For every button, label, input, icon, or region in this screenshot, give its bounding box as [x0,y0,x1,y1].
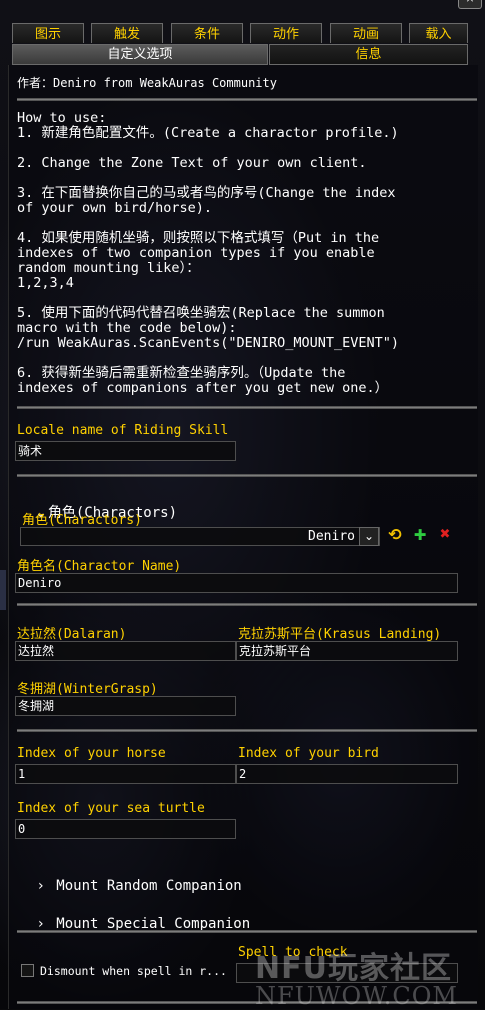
description-text: How to use: 1. 新建角色配置文件。(Create a charac… [17,111,472,396]
divider [17,474,477,477]
desc-line: indexes of two companion types if you en… [17,245,375,261]
divider [17,98,477,101]
turtle-index-label: Index of your sea turtle [17,801,205,816]
riding-skill-label: Locale name of Riding Skill [17,423,229,438]
subtab-information[interactable]: 信息 [269,44,468,65]
special-companion-header[interactable]: › Mount Special Companion [17,900,250,932]
desc-line [17,291,472,306]
desc-line: random mounting like）： [17,260,200,276]
horse-index-label: Index of your horse [17,746,166,761]
desc-line: 4. 如果使用随机坐骑，则按照以下格式填写（Put in the [17,230,380,246]
krasus-label: 克拉苏斯平台(Krasus Landing) [238,627,442,642]
tab-load[interactable]: 载入 [409,23,468,43]
divider [17,729,477,732]
riding-skill-input[interactable]: 骑术 [15,441,236,461]
desc-line [17,351,472,366]
frame-edge [0,570,6,610]
desc-line [17,216,472,231]
desc-line: 1,2,3,4 [17,275,74,291]
dismount-checkbox[interactable] [21,964,34,977]
tab-display[interactable]: 图示 [12,23,84,43]
desc-line: 5. 使用下面的代码代替召唤坐骑宏(Replace the summon [17,305,385,321]
characters-dropdown[interactable]: Deniro ⌄ [20,527,380,546]
divider [17,930,477,933]
desc-line: 2. Change the Zone Text of your own clie… [17,155,367,171]
tab-animation[interactable]: 动画 [330,23,402,43]
desc-line: 1. 新建角色配置文件。(Create a charactor profile.… [17,125,399,141]
dalaran-input[interactable]: 达拉然 [15,641,236,661]
wintergrasp-label: 冬拥湖(WinterGrasp) [17,682,158,697]
bird-index-label: Index of your bird [238,746,379,761]
char-name-input[interactable]: Deniro [15,573,458,593]
sub-tabs: 自定义选项 信息 [12,44,468,65]
desc-line: 6. 获得新坐骑后需重新检查坐骑序列。（Update the [17,365,346,381]
tab-trigger[interactable]: 触发 [91,23,163,43]
characters-dropdown-value: Deniro [308,529,355,544]
tab-actions[interactable]: 动作 [250,23,322,43]
author-text: 作者：Deniro from WeakAuras Community [17,76,277,90]
reset-icon[interactable]: ⟲ [386,525,404,545]
chevron-down-icon[interactable]: ⌄ [359,527,379,546]
x-icon[interactable]: ✖ [436,525,454,545]
desc-line: indexes of companions after you get new … [17,380,389,396]
krasus-input[interactable]: 克拉苏斯平台 [236,641,458,661]
watermark-logo: NFU玩家社区 [255,951,452,986]
random-companion-header[interactable]: › Mount Random Companion [17,862,242,894]
chevron-right-icon: › [38,878,44,894]
divider [17,406,477,409]
tab-conditions[interactable]: 条件 [171,23,243,43]
dalaran-label: 达拉然(Dalaran) [17,627,127,642]
turtle-index-input[interactable]: 0 [15,819,236,839]
bird-index-input[interactable]: 2 [236,764,458,784]
watermark-url: NFUWOW.COM [255,982,458,1010]
desc-line: 3. 在下面替换你自己的马或者鸟的序号(Change the index [17,185,396,201]
dismount-checkbox-label: Dismount when spell in r... [40,964,227,978]
horse-index-input[interactable]: 1 [15,764,236,784]
desc-line [17,171,472,186]
desc-line: How to use: [17,110,107,126]
subtab-custom-options[interactable]: 自定义选项 [12,44,268,65]
desc-line: macro with the code below): [17,320,237,336]
desc-line: of your own bird/horse). [17,200,213,216]
desc-line: /run WeakAuras.ScanEvents("DENIRO_MOUNT_… [17,335,400,351]
characters-dropdown-label: 角色(Charactors) [22,513,142,528]
plus-icon[interactable]: ✚ [411,525,429,545]
wintergrasp-input[interactable]: 冬拥湖 [15,696,236,716]
char-name-label: 角色名(Charactor Name) [17,559,182,574]
random-companion-label: Mount Random Companion [56,878,242,894]
main-tabs: 图示 触发 条件 动作 动画 载入 [12,23,468,43]
desc-line [17,141,472,156]
close-button[interactable]: × [458,0,482,9]
divider [17,603,477,606]
